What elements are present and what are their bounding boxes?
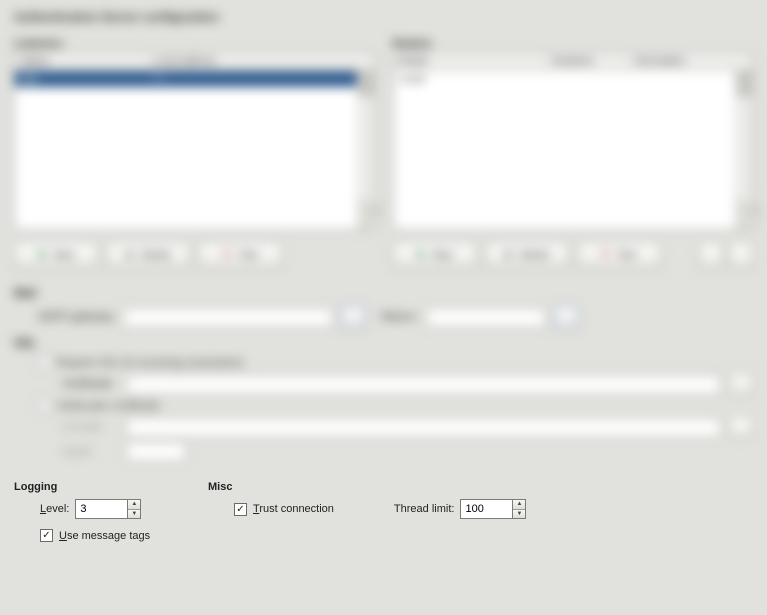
gear-icon: ✿ [503, 249, 515, 261]
btn-label: Test [238, 249, 257, 261]
scroll-thumb[interactable] [359, 72, 373, 96]
cell-addr: *:* [147, 73, 374, 85]
return-browse-button[interactable] [554, 306, 578, 328]
realms-columns[interactable]: Realm Iterations Description [394, 53, 753, 71]
btn-label: Test [617, 249, 636, 261]
cert-input[interactable] [126, 375, 721, 394]
thread-limit-input[interactable] [460, 499, 512, 519]
listeners-panel: Listeners Status Local address any *:* ▲… [14, 38, 375, 268]
scroll-down-icon[interactable]: ▼ [736, 199, 764, 229]
cafile-input [126, 418, 721, 437]
verify-peer-label: Verify peer certificate [57, 400, 160, 412]
col-status[interactable]: Status [15, 53, 148, 70]
spin-up-icon[interactable]: ▲ [128, 500, 140, 509]
mail-header: Mail [14, 288, 753, 300]
table-row[interactable]: Local [394, 71, 753, 87]
require-ssl-label: Require SSL for incoming connections [57, 357, 244, 369]
trust-label: Trust connection [253, 503, 334, 515]
listeners-header: Listeners [14, 38, 375, 50]
gateway-label: SMTP gateway: [38, 311, 115, 323]
realms-move-down-button[interactable] [729, 242, 753, 268]
use-tags-checkbox[interactable]: ✓ [40, 529, 53, 542]
require-ssl-checkbox[interactable] [38, 356, 51, 369]
spin-down-icon[interactable]: ▼ [513, 509, 525, 519]
listeners-new-button[interactable]: ✚ New [14, 242, 98, 268]
depth-input [126, 442, 186, 461]
spin-down-icon[interactable]: ▼ [128, 509, 140, 519]
depth-label: Depth: [62, 446, 118, 458]
listeners-list[interactable]: Status Local address any *:* ▲ ▼ [14, 52, 375, 230]
thread-limit-label: Thread limit: [394, 503, 455, 515]
realms-move-up-button[interactable] [699, 242, 723, 268]
cafile-browse-button [729, 416, 753, 438]
page-title: Authentication Server configuration [14, 10, 753, 24]
listeners-delete-button[interactable]: ✿ Delete [106, 242, 190, 268]
cert-browse-button[interactable] [729, 373, 753, 395]
flag-icon: ⚑ [601, 249, 613, 261]
cert-label: Certificate: [62, 378, 118, 390]
col-description[interactable]: Description [630, 53, 753, 70]
listeners-test-button[interactable]: ⚑ Test [198, 242, 282, 268]
scrollbar[interactable]: ▲ ▼ [357, 70, 374, 229]
scroll-thumb[interactable] [737, 72, 751, 96]
plus-icon: ✚ [37, 249, 49, 261]
logging-header: Logging [14, 481, 174, 493]
realms-list[interactable]: Realm Iterations Description Local ▲ ▼ [393, 52, 754, 230]
btn-label: New [53, 249, 74, 261]
misc-header: Misc [208, 481, 753, 493]
thread-limit-spinner[interactable]: ▲ ▼ [460, 499, 526, 519]
realms-new-button[interactable]: ✚ New [393, 242, 477, 268]
use-tags-label: Use message tags [59, 530, 150, 542]
level-spinner[interactable]: ▲ ▼ [75, 499, 141, 519]
cell-realm: Local [394, 73, 546, 85]
gateway-browse-button[interactable] [341, 306, 365, 328]
col-iterations[interactable]: Iterations [547, 53, 630, 70]
realms-panel: Realms Realm Iterations Description Loca… [393, 38, 754, 268]
cell-status: any [15, 73, 147, 85]
scroll-down-icon[interactable]: ▼ [358, 199, 386, 229]
ssl-header: SSL [14, 338, 753, 350]
level-input[interactable] [75, 499, 127, 519]
gear-icon: ✿ [125, 249, 137, 261]
verify-peer-checkbox[interactable] [38, 399, 51, 412]
return-input[interactable] [426, 308, 546, 327]
listeners-columns[interactable]: Status Local address [15, 53, 374, 71]
cafile-label: CA path: [62, 421, 118, 433]
btn-label: Delete [519, 249, 549, 261]
realms-header: Realms [393, 38, 754, 50]
col-local-address[interactable]: Local address [148, 53, 374, 70]
trust-checkbox[interactable]: ✓ [234, 503, 247, 516]
plus-icon: ✚ [416, 249, 428, 261]
realms-test-button[interactable]: ⚑ Test [577, 242, 661, 268]
realms-delete-button[interactable]: ✿ Delete [485, 242, 569, 268]
spin-up-icon[interactable]: ▲ [513, 500, 525, 509]
gateway-input[interactable] [123, 308, 333, 327]
table-row[interactable]: any *:* [15, 71, 374, 87]
level-label: Level: [40, 503, 69, 515]
scrollbar[interactable]: ▲ ▼ [735, 70, 752, 229]
col-realm[interactable]: Realm [394, 53, 547, 70]
btn-label: Delete [141, 249, 171, 261]
flag-icon: ⚑ [222, 249, 234, 261]
return-label: Return: [381, 311, 417, 323]
btn-label: New [432, 249, 453, 261]
